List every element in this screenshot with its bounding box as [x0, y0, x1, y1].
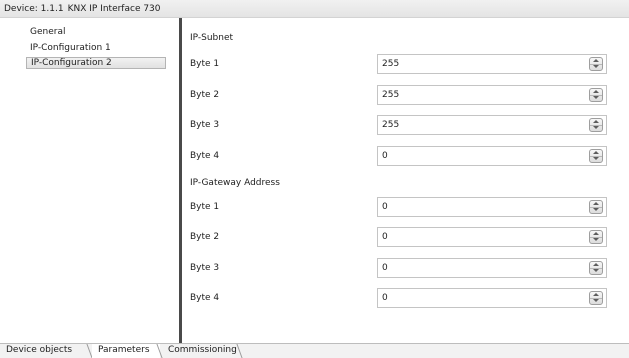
field-label: Byte 1: [190, 202, 220, 212]
subnet-byte-4-spinbox: [377, 146, 607, 166]
arrow-up-icon: [593, 59, 599, 62]
spin-buttons: [589, 200, 603, 214]
tab-label: Parameters: [98, 345, 150, 355]
gateway-byte-2-spinbox: [377, 227, 607, 247]
decrement-button[interactable]: [590, 298, 602, 304]
gateway-byte-1-spinbox: [377, 197, 607, 217]
sidebar-item-general[interactable]: General: [26, 26, 69, 38]
subnet-byte-1-input[interactable]: [380, 57, 578, 71]
tab-label: Commissioning: [168, 345, 237, 355]
gateway-byte-3-spinbox: [377, 258, 607, 278]
device-name: KNX IP Interface 730: [67, 4, 161, 14]
tab-commissioning[interactable]: Commissioning: [162, 344, 247, 358]
subnet-byte-1-spinbox: [377, 54, 607, 74]
device-address: Device: 1.1.1: [4, 4, 64, 14]
spin-buttons: [589, 291, 603, 305]
gateway-byte-4-spinbox: [377, 288, 607, 308]
subnet-byte-3-row: Byte 3: [182, 115, 629, 135]
decrement-button[interactable]: [590, 64, 602, 70]
subnet-byte-2-row: Byte 2: [182, 85, 629, 105]
gateway-byte-4-row: Byte 4: [182, 288, 629, 308]
decrement-button[interactable]: [590, 125, 602, 131]
decrement-button[interactable]: [590, 237, 602, 243]
decrement-button[interactable]: [590, 156, 602, 162]
subnet-byte-3-input[interactable]: [380, 118, 578, 132]
decrement-button[interactable]: [590, 268, 602, 274]
parameter-group-tree: General IP-Configuration 1 IP-Configurat…: [0, 18, 179, 343]
field-label: Byte 2: [190, 232, 220, 242]
field-label: Byte 3: [190, 263, 220, 273]
arrow-down-icon: [593, 65, 599, 68]
sidebar-item-label: IP-Configuration 1: [30, 43, 111, 53]
gateway-byte-3-input[interactable]: [380, 261, 578, 275]
sidebar-item-label: IP-Configuration 2: [31, 58, 112, 68]
spin-buttons: [589, 230, 603, 244]
parameter-panel: IP-Subnet Byte 1 Byte 2 Byte 3: [182, 18, 629, 343]
gateway-byte-1-row: Byte 1: [182, 197, 629, 217]
gateway-byte-4-input[interactable]: [380, 291, 578, 305]
arrow-up-icon: [593, 293, 599, 296]
subnet-byte-1-row: Byte 1: [182, 54, 629, 74]
field-label: Byte 2: [190, 90, 220, 100]
section-title-ip-gateway-address: IP-Gateway Address: [190, 178, 280, 188]
arrow-down-icon: [593, 96, 599, 99]
decrement-button[interactable]: [590, 95, 602, 101]
arrow-up-icon: [593, 90, 599, 93]
field-label: Byte 1: [190, 59, 220, 69]
device-title-bar: Device: 1.1.1 KNX IP Interface 730: [0, 0, 629, 18]
arrow-up-icon: [593, 151, 599, 154]
subnet-byte-4-input[interactable]: [380, 149, 578, 163]
gateway-byte-3-row: Byte 3: [182, 258, 629, 278]
subnet-byte-2-input[interactable]: [380, 88, 578, 102]
view-tab-bar: Device objects Parameters Commissioning: [0, 343, 629, 358]
arrow-down-icon: [593, 299, 599, 302]
gateway-byte-2-row: Byte 2: [182, 227, 629, 247]
tab-device-objects[interactable]: Device objects: [0, 344, 82, 358]
gateway-byte-2-input[interactable]: [380, 230, 578, 244]
spin-buttons: [589, 88, 603, 102]
section-title-ip-subnet: IP-Subnet: [190, 33, 234, 43]
arrow-up-icon: [593, 120, 599, 123]
subnet-byte-4-row: Byte 4: [182, 146, 629, 166]
subnet-byte-2-spinbox: [377, 85, 607, 105]
arrow-up-icon: [593, 202, 599, 205]
tab-label: Device objects: [6, 345, 73, 355]
field-label: Byte 4: [190, 151, 220, 161]
sidebar-item-ip-configuration-2[interactable]: IP-Configuration 2: [26, 57, 166, 69]
sidebar-item-label: General: [30, 27, 66, 37]
arrow-down-icon: [593, 238, 599, 241]
spin-buttons: [589, 57, 603, 71]
gateway-byte-1-input[interactable]: [380, 200, 578, 214]
field-label: Byte 4: [190, 293, 220, 303]
spin-buttons: [589, 149, 603, 163]
decrement-button[interactable]: [590, 207, 602, 213]
arrow-down-icon: [593, 269, 599, 272]
arrow-up-icon: [593, 263, 599, 266]
subnet-byte-3-spinbox: [377, 115, 607, 135]
arrow-down-icon: [593, 157, 599, 160]
tab-parameters[interactable]: Parameters: [92, 344, 160, 358]
arrow-down-icon: [593, 208, 599, 211]
field-label: Byte 3: [190, 120, 220, 130]
spin-buttons: [589, 118, 603, 132]
spin-buttons: [589, 261, 603, 275]
arrow-down-icon: [593, 126, 599, 129]
sidebar-item-ip-configuration-1[interactable]: IP-Configuration 1: [26, 42, 115, 54]
arrow-up-icon: [593, 232, 599, 235]
